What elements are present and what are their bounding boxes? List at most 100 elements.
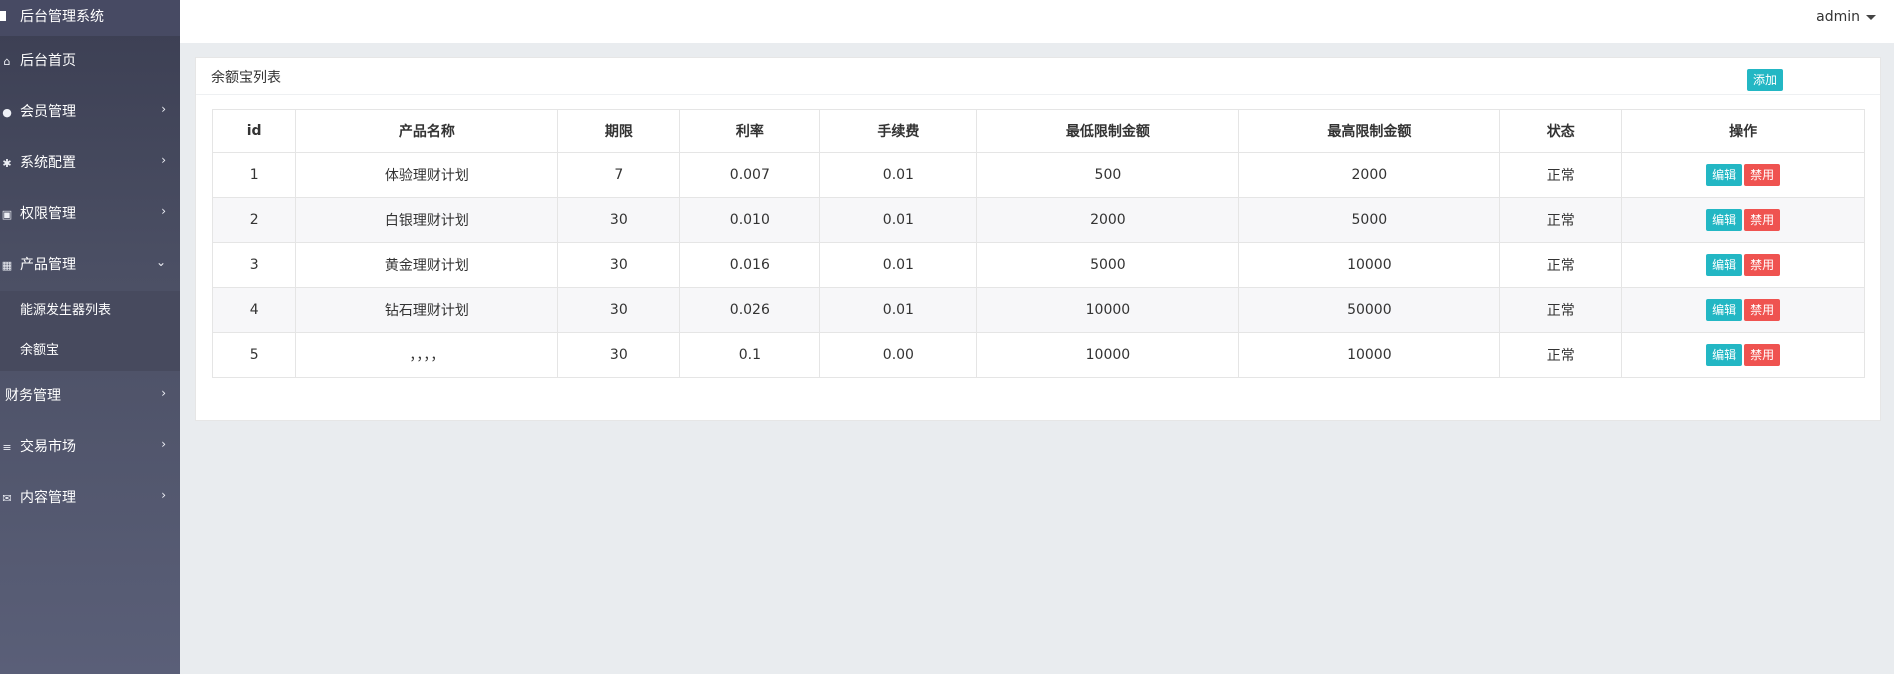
disable-button[interactable]: 禁用 [1744,254,1781,276]
panel-title: 余额宝列表 [211,70,281,86]
table-cell: 0.1 [679,332,821,378]
table-cell: 4 [211,287,297,333]
table-cell: 30 [557,332,681,378]
actions-cell: 编辑 禁用 [1621,152,1865,198]
column-header: 状态 [1499,109,1623,153]
sidebar: 后台管理系统 ⌂ 后台首页 ● 会员管理 › ✱ 系统配置 › ▣ 权限管理 › ▦ 产品管理 ⌄ 能源发… [0,0,180,674]
sidebar-item-1[interactable]: 财务管理 › [0,371,180,422]
sidebar-item-4[interactable]: ▣ 权限管理 › [0,189,180,240]
table-cell: 5000 [976,242,1240,288]
table-cell: 2000 [976,197,1240,243]
table-cell: 0.010 [679,197,821,243]
chevron-down-icon: ⌄ [155,255,166,269]
table-row: 5，，，， 30 0.1 0.00 10000 10000 正常 编辑 禁用 [211,332,1865,378]
table-cell: 钻石理财计划 [295,287,559,333]
sidebar-item-5[interactable]: ▦ 产品管理 ⌄ [0,240,180,291]
disable-button[interactable]: 禁用 [1744,299,1781,321]
envelope-icon: ✉ [2,492,12,505]
username: admin [1816,9,1860,25]
sidebar-item-2[interactable]: ● 会员管理 › [0,87,180,138]
table-header-row: id 产品名称 期限 利率 手续费 最低限制金额 最高限制金额 状态 操作 [211,109,1865,153]
table-cell: 0.007 [679,152,821,198]
table-cell: 5 [211,332,297,378]
actions-cell: 编辑 禁用 [1621,287,1865,333]
edit-button[interactable]: 编辑 [1706,344,1743,366]
id-card-icon: ▣ [1,208,13,221]
table-row: 1 体验理财计划 7 0.007 0.01 500 2000 正常 编辑 禁用 [211,152,1865,198]
table-cell: 0.01 [819,152,978,198]
table-cell: 7 [557,152,681,198]
sidebar-item-3[interactable]: ✉ 内容管理 › [0,473,180,524]
column-header: 手续费 [819,109,978,153]
disable-button[interactable]: 禁用 [1744,344,1781,366]
chevron-right-icon: › [161,437,166,451]
column-header: 操作 [1621,109,1865,153]
sidebar-item-label: 后台首页 [20,53,76,69]
table-cell: 白银理财计划 [295,197,559,243]
content-panel: 余额宝列表 添加 id 产品名称 期限 利率 手续费 最低限制金额 最高限制金额 状态 操作 1… [195,57,1881,421]
edit-button[interactable]: 编辑 [1706,254,1743,276]
cogs-icon: ✱ [2,157,12,170]
sidebar-subitem[interactable]: 余额宝 [0,331,180,371]
table-cell: 0.00 [819,332,978,378]
chevron-right-icon: › [161,153,166,167]
table-cell: 50000 [1238,287,1501,333]
sidebar-item-label: 会员管理 [20,104,76,120]
table-cell: 2 [211,197,297,243]
sidebar-subitem[interactable]: 能源发生器列表 [0,291,180,331]
chevron-right-icon: › [161,204,166,218]
home-icon: ⌂ [3,55,11,68]
column-header: id [211,109,297,153]
table-cell: 正常 [1499,287,1623,333]
table-cell: 体验理财计划 [295,152,559,198]
table-cell: 500 [976,152,1240,198]
edit-button[interactable]: 编辑 [1706,164,1743,186]
column-header: 期限 [557,109,681,153]
list-icon: ≡ [2,441,12,454]
table-cell: 5000 [1238,197,1501,243]
table-cell: 0.016 [679,242,821,288]
table-row: 4 钻石理财计划 30 0.026 0.01 10000 50000 正常 编辑 禁用 [211,287,1865,333]
table-cell: 正常 [1499,197,1623,243]
sidebar-item-label: 权限管理 [20,206,76,222]
table-cell: 1 [211,152,297,198]
table-cell: 0.026 [679,287,821,333]
brand[interactable]: 后台管理系统 [0,0,180,36]
disable-button[interactable]: 禁用 [1744,209,1781,231]
column-header: 利率 [679,109,821,153]
table-cell: 10000 [976,332,1240,378]
table-cell: 正常 [1499,332,1623,378]
table-cell: 10000 [1238,242,1501,288]
sidebar-item-3[interactable]: ✱ 系统配置 › [0,138,180,189]
table-cell: ，，，， [295,332,559,378]
panel-header: 余额宝列表 添加 [196,58,1880,95]
column-header: 最低限制金额 [976,109,1240,153]
sidebar-item-label: 产品管理 [20,257,76,273]
table-cell: 0.01 [819,287,978,333]
chevron-right-icon: › [161,102,166,116]
sidebar-item-label: 交易市场 [20,439,76,455]
column-header: 产品名称 [295,109,559,153]
table-cell: 0.01 [819,197,978,243]
edit-button[interactable]: 编辑 [1706,299,1743,321]
table-cell: 2000 [1238,152,1501,198]
column-header: 最高限制金额 [1238,109,1501,153]
edit-button[interactable]: 编辑 [1706,209,1743,231]
table-cell: 30 [557,287,681,333]
windows-icon: ▦ [1,259,13,272]
user-icon: ● [2,106,12,119]
user-menu[interactable]: admin [1816,9,1876,25]
product-table: id 产品名称 期限 利率 手续费 最低限制金额 最高限制金额 状态 操作 1 体验理财计划 7 0.… [211,109,1865,378]
top-bar: admin [180,0,1894,43]
table-cell: 正常 [1499,152,1623,198]
sidebar-item-1[interactable]: ⌂ 后台首页 [0,36,180,87]
table-cell: 10000 [1238,332,1501,378]
actions-cell: 编辑 禁用 [1621,197,1865,243]
add-button[interactable]: 添加 [1747,69,1783,91]
actions-cell: 编辑 禁用 [1621,332,1865,378]
disable-button[interactable]: 禁用 [1744,164,1781,186]
sidebar-item-label: 内容管理 [20,490,76,506]
table-cell: 正常 [1499,242,1623,288]
sidebar-item-2[interactable]: ≡ 交易市场 › [0,422,180,473]
table-cell: 30 [557,242,681,288]
